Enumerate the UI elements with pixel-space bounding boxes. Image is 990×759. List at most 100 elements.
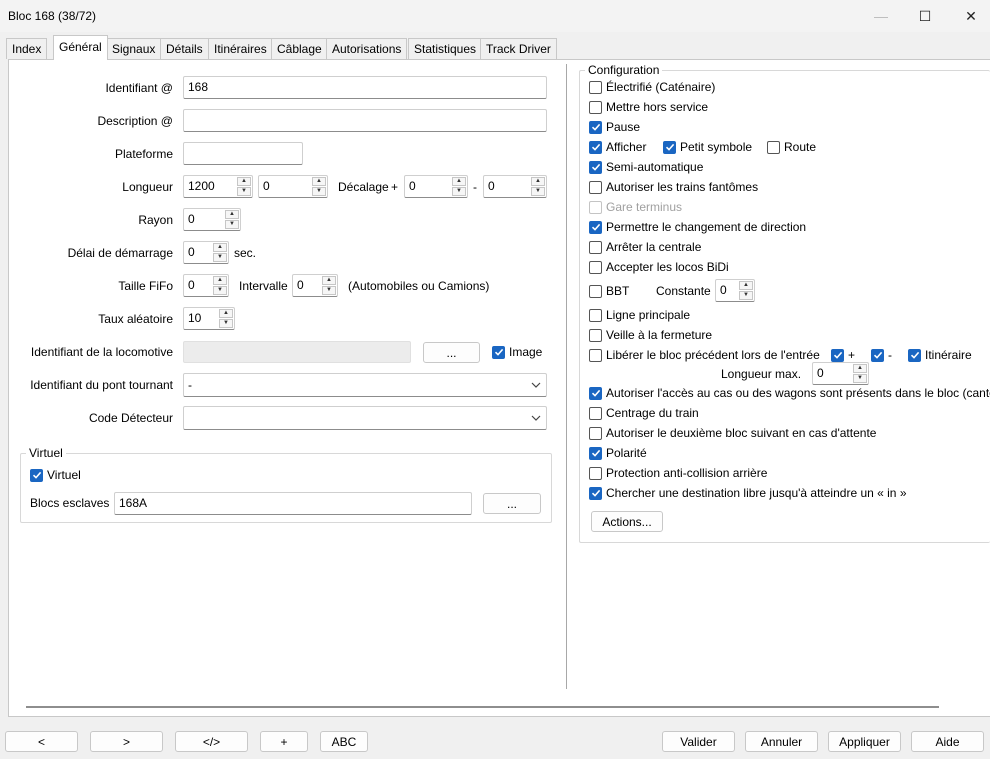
esclaves-browse-button[interactable]: ... [483, 493, 541, 514]
fantomes-checkbox[interactable] [589, 180, 602, 194]
bbt-checkbox[interactable] [589, 284, 602, 298]
polarite-checkbox-row[interactable]: Polarité [589, 446, 647, 460]
spin-up-icon[interactable]: ▲ [531, 177, 545, 186]
image-checkbox-row[interactable]: Image [492, 345, 542, 359]
polarite-checkbox[interactable] [589, 446, 602, 460]
tab-track-driver[interactable]: Track Driver [480, 38, 557, 59]
pause-checkbox[interactable] [589, 120, 602, 134]
spin-up-icon[interactable]: ▲ [853, 364, 867, 373]
deuxieme-bloc-checkbox[interactable] [589, 426, 602, 440]
spin-up-icon[interactable]: ▲ [312, 177, 326, 186]
fantomes-checkbox-row[interactable]: Autoriser les trains fantômes [589, 180, 758, 194]
spin-down-icon[interactable]: ▼ [531, 187, 545, 196]
deuxieme-bloc-checkbox-row[interactable]: Autoriser le deuxième bloc suivant en ca… [589, 426, 876, 440]
taille-spinner[interactable]: 0 ▲ ▼ [183, 274, 229, 297]
esclaves-input[interactable]: 168A [114, 492, 472, 515]
ligne-principale-checkbox-row[interactable]: Ligne principale [589, 308, 690, 322]
valider-button[interactable]: Valider [662, 731, 735, 752]
spin-down-icon[interactable]: ▼ [219, 319, 233, 328]
abc-button[interactable]: ABC [320, 731, 368, 752]
centrage-checkbox[interactable] [589, 406, 602, 420]
electrifie-checkbox[interactable] [589, 80, 602, 94]
spin-down-icon[interactable]: ▼ [322, 286, 336, 295]
spin-up-icon[interactable]: ▲ [213, 243, 227, 252]
decalage-plus-spinner[interactable]: 0 ▲ ▼ [404, 175, 468, 198]
autoriser-acces-checkbox-row[interactable]: Autoriser l'accès au cas ou des wagons s… [589, 386, 990, 400]
tab-cablage[interactable]: Câblage [271, 38, 328, 59]
aide-button[interactable]: Aide [911, 731, 984, 752]
spin-down-icon[interactable]: ▼ [237, 187, 251, 196]
detecteur-select[interactable] [183, 406, 547, 430]
spin-up-icon[interactable]: ▲ [739, 281, 753, 290]
delai-spinner[interactable]: 0 ▲ ▼ [183, 241, 229, 264]
pause-checkbox-row[interactable]: Pause [589, 120, 640, 134]
code-button[interactable]: </> [175, 731, 248, 752]
annuler-button[interactable]: Annuler [745, 731, 818, 752]
spin-down-icon[interactable]: ▼ [853, 374, 867, 383]
chercher-checkbox-row[interactable]: Chercher une destination libre jusqu'à a… [589, 486, 907, 500]
longueur-spinner[interactable]: 1200 ▲ ▼ [183, 175, 253, 198]
intervalle-spinner[interactable]: 0 ▲ ▼ [292, 274, 338, 297]
virtuel-checkbox[interactable] [30, 468, 43, 482]
tab-statistiques[interactable]: Statistiques [408, 38, 483, 59]
decalage-minus-spinner[interactable]: 0 ▲ ▼ [483, 175, 547, 198]
bidi-checkbox-row[interactable]: Accepter les locos BiDi [589, 260, 729, 274]
itineraire-checkbox-row[interactable]: Itinéraire [908, 348, 972, 362]
liberer-checkbox[interactable] [589, 348, 602, 362]
minus-checkbox[interactable] [871, 348, 884, 362]
add-button[interactable]: + [260, 731, 308, 752]
autoriser-acces-checkbox[interactable] [589, 386, 602, 400]
spin-down-icon[interactable]: ▼ [213, 253, 227, 262]
route-checkbox-row[interactable]: Route [767, 140, 816, 154]
semi-auto-checkbox-row[interactable]: Semi-automatique [589, 160, 703, 174]
longueur-second-spinner[interactable]: 0 ▲ ▼ [258, 175, 328, 198]
bbt-checkbox-row[interactable]: BBT [589, 284, 629, 298]
tab-autorisations[interactable]: Autorisations [326, 38, 408, 59]
spin-down-icon[interactable]: ▼ [452, 187, 466, 196]
tab-details[interactable]: Détails [160, 38, 209, 59]
tab-index[interactable]: Index [6, 38, 48, 59]
description-input[interactable] [183, 109, 547, 132]
constante-spinner[interactable]: 0 ▲ ▼ [715, 279, 755, 302]
chercher-checkbox[interactable] [589, 486, 602, 500]
spin-down-icon[interactable]: ▼ [225, 220, 239, 229]
plus-checkbox[interactable] [831, 348, 844, 362]
hors-service-checkbox-row[interactable]: Mettre hors service [589, 100, 708, 114]
bidi-checkbox[interactable] [589, 260, 602, 274]
plateforme-input[interactable] [183, 142, 303, 165]
virtuel-checkbox-row[interactable]: Virtuel [30, 468, 81, 482]
plus-checkbox-row[interactable]: + [831, 348, 855, 362]
spin-down-icon[interactable]: ▼ [213, 286, 227, 295]
maximize-button[interactable]: ☐ [902, 0, 948, 32]
actions-button[interactable]: Actions... [591, 511, 663, 532]
spin-up-icon[interactable]: ▲ [237, 177, 251, 186]
veille-checkbox[interactable] [589, 328, 602, 342]
appliquer-button[interactable]: Appliquer [828, 731, 901, 752]
afficher-checkbox[interactable] [589, 140, 602, 154]
ligne-principale-checkbox[interactable] [589, 308, 602, 322]
spin-up-icon[interactable]: ▲ [219, 309, 233, 318]
electrifie-checkbox-row[interactable]: Électrifié (Caténaire) [589, 80, 715, 94]
minus-checkbox-row[interactable]: - [871, 348, 892, 362]
route-checkbox[interactable] [767, 140, 780, 154]
loco-browse-button[interactable]: ... [423, 342, 480, 363]
pont-select[interactable]: - [183, 373, 547, 397]
spin-up-icon[interactable]: ▲ [225, 210, 239, 219]
anti-collision-checkbox-row[interactable]: Protection anti-collision arrière [589, 466, 767, 480]
previous-button[interactable]: < [5, 731, 78, 752]
taux-spinner[interactable]: 10 ▲ ▼ [183, 307, 235, 330]
petit-symbole-checkbox-row[interactable]: Petit symbole [663, 140, 752, 154]
afficher-checkbox-row[interactable]: Afficher [589, 140, 646, 154]
spin-up-icon[interactable]: ▲ [213, 276, 227, 285]
anti-collision-checkbox[interactable] [589, 466, 602, 480]
rayon-spinner[interactable]: 0 ▲ ▼ [183, 208, 241, 231]
image-checkbox[interactable] [492, 345, 505, 359]
spin-down-icon[interactable]: ▼ [312, 187, 326, 196]
spin-up-icon[interactable]: ▲ [452, 177, 466, 186]
changement-direction-checkbox-row[interactable]: Permettre le changement de direction [589, 220, 806, 234]
identifiant-input[interactable]: 168 [183, 76, 547, 99]
spin-down-icon[interactable]: ▼ [739, 291, 753, 300]
centrage-checkbox-row[interactable]: Centrage du train [589, 406, 699, 420]
itineraire-checkbox[interactable] [908, 348, 921, 362]
liberer-checkbox-row[interactable]: Libérer le bloc précédent lors de l'entr… [589, 348, 820, 362]
